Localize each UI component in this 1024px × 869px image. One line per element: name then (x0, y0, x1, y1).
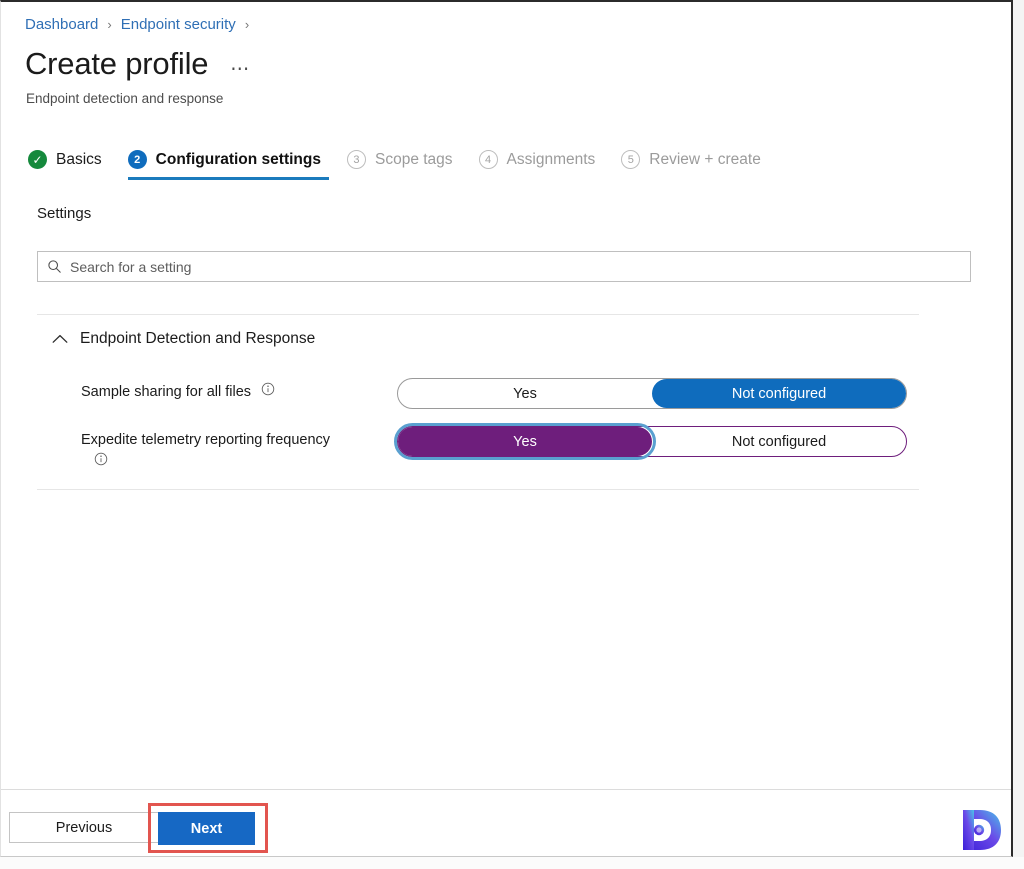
setting-label-expedite-telemetry: Expedite telemetry reporting frequency (81, 430, 331, 466)
step-number-badge: 2 (127, 150, 147, 169)
toggle-option-not-configured[interactable]: Not configured (652, 427, 906, 456)
breadcrumb-separator-icon: › (107, 17, 112, 32)
tab-basics[interactable]: ✓ Basics (28, 150, 116, 180)
tab-assignments[interactable]: 4 Assignments (478, 150, 610, 180)
setting-label-text: Expedite telemetry reporting frequency (81, 432, 331, 448)
page-subtitle: Endpoint detection and response (26, 91, 224, 106)
page-bottom-gutter (0, 857, 1024, 869)
section-divider-top (37, 314, 919, 315)
section-divider-bottom (37, 489, 919, 490)
tab-scope-tags-label: Scope tags (374, 150, 453, 168)
toggle-option-yes[interactable]: Yes (394, 423, 656, 460)
wizard-tabs: ✓ Basics 2 Configuration settings 3 Scop… (28, 150, 775, 180)
toggle-option-yes[interactable]: Yes (398, 379, 652, 408)
breadcrumb-separator-icon: › (244, 17, 250, 32)
setting-row: Sample sharing for all files Yes Not con… (1, 374, 1011, 414)
setting-label-text: Sample sharing for all files (81, 384, 252, 400)
breadcrumb-item-endpoint-security[interactable]: Endpoint security (121, 14, 236, 36)
toggle-expedite-telemetry[interactable]: Yes Not configured (394, 423, 907, 460)
search-input[interactable] (70, 258, 961, 275)
tab-scope-tags[interactable]: 3 Scope tags (346, 150, 467, 180)
footer-divider (1, 789, 1011, 790)
breadcrumb: Dashboard › Endpoint security › (25, 14, 258, 36)
next-button[interactable]: Next (158, 812, 255, 845)
setting-row: Expedite telemetry reporting frequency Y… (1, 422, 1011, 466)
page-title-row: Create profile ⋯ (25, 46, 250, 82)
tab-review-create-label: Review + create (649, 150, 761, 168)
check-circle-icon: ✓ (28, 150, 47, 169)
tab-assignments-label: Assignments (506, 150, 596, 168)
group-endpoint-detection-and-response[interactable]: Endpoint Detection and Response (49, 329, 315, 349)
step-number-badge: 5 (621, 150, 641, 169)
breadcrumb-item-dashboard[interactable]: Dashboard (25, 14, 98, 36)
toggle-option-not-configured[interactable]: Not configured (652, 379, 906, 408)
tab-configuration-settings[interactable]: 2 Configuration settings (127, 150, 335, 180)
settings-heading: Settings (37, 205, 92, 222)
step-number-badge: 3 (346, 150, 366, 169)
page-right-gutter (1013, 0, 1024, 869)
tab-review-create[interactable]: 5 Review + create (621, 150, 775, 180)
search-icon (47, 259, 62, 274)
prajwal-desai-logo (953, 805, 1005, 855)
azure-portal-blade: Dashboard › Endpoint security › Create p… (0, 0, 1013, 857)
info-icon[interactable] (94, 452, 108, 466)
group-title: Endpoint Detection and Response (80, 330, 316, 347)
step-number-badge: 4 (478, 150, 498, 169)
setting-label-sample-sharing: Sample sharing for all files (81, 382, 275, 402)
toggle-sample-sharing[interactable]: Yes Not configured (397, 378, 907, 409)
tab-configuration-settings-label: Configuration settings (155, 150, 321, 168)
previous-button[interactable]: Previous (9, 812, 159, 843)
tab-basics-label: Basics (56, 150, 102, 168)
search-setting-box[interactable] (37, 251, 971, 282)
more-options-icon[interactable]: ⋯ (230, 60, 250, 79)
page-title: Create profile (25, 46, 209, 81)
info-icon[interactable] (261, 382, 275, 396)
chevron-up-icon[interactable] (49, 329, 71, 349)
